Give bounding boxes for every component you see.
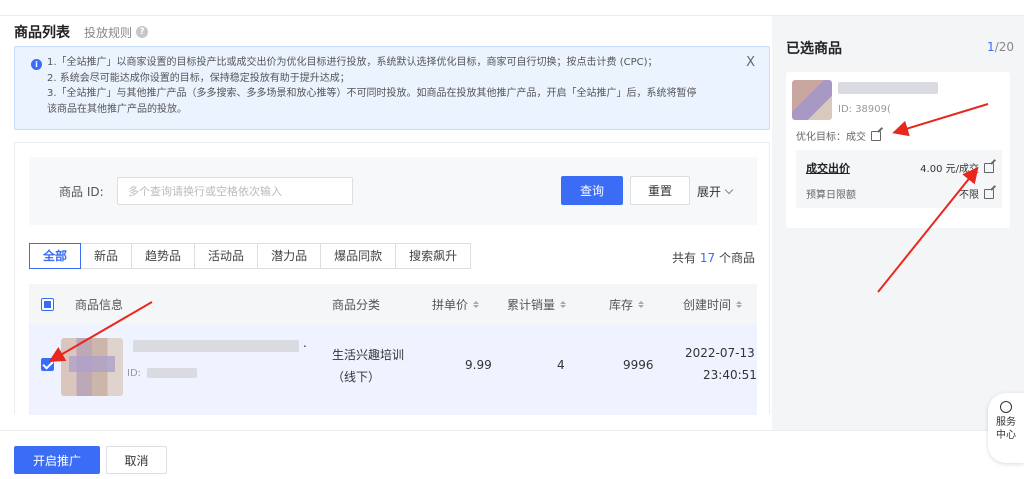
- info-icon: i: [31, 59, 42, 70]
- total-count: 共有 17 个商品: [672, 249, 755, 266]
- column-created-label: 创建时间: [683, 298, 732, 312]
- category-line-1: 生活兴趣培训: [332, 348, 405, 362]
- created-time: 23:40:51: [703, 368, 757, 382]
- filter-box: 商品 ID: 查询 重置 展开: [29, 157, 757, 225]
- category-tabs: 全部 新品 趋势品 活动品 潜力品 爆品同款 搜索飙升: [29, 243, 472, 269]
- table-header: 商品信息 商品分类 拼单价 累计销量 库存 创建时间: [29, 284, 757, 324]
- column-price[interactable]: 拼单价: [432, 296, 480, 313]
- close-icon[interactable]: X: [746, 55, 755, 70]
- service-line-2: 中心: [996, 430, 1016, 441]
- selected-title-blurred: [838, 82, 938, 94]
- panel-header: 商品列表 投放规则 ?: [14, 22, 149, 42]
- column-price-label: 拼单价: [432, 298, 469, 312]
- service-center-button[interactable]: 服务 中心: [988, 393, 1024, 463]
- total-suffix: 个商品: [718, 251, 755, 265]
- notice-line-1: 1.「全站推广」以商家设置的目标投产比或成交出价为优化目标进行投放，系统默认选择…: [47, 57, 658, 68]
- budget-value[interactable]: 不限: [959, 186, 994, 201]
- reset-button[interactable]: 重置: [630, 176, 690, 205]
- category-line-2: （线下）: [332, 370, 381, 384]
- expand-button[interactable]: 展开: [697, 183, 734, 200]
- edit-icon[interactable]: [871, 130, 881, 141]
- expand-label: 展开: [697, 185, 722, 199]
- opt-target[interactable]: 优化目标：成交: [796, 128, 881, 143]
- notice-banner: i 1.「全站推广」以商家设置的目标投产比或成交出价为优化目标进行投放，系统默认…: [14, 46, 770, 130]
- opt-target-label: 优化目标：成交: [796, 132, 866, 143]
- bid-box: 成交出价 4.00 元/成交 预算日限额 不限: [796, 150, 1002, 208]
- created-date: 2022-07-13: [685, 346, 755, 360]
- column-sales[interactable]: 累计销量: [507, 296, 567, 313]
- tab-all[interactable]: 全部: [29, 243, 82, 269]
- tab-search-rising[interactable]: 搜索飙升: [395, 243, 472, 269]
- notice-line-3: 3.「全站推广」与其他推广产品（多多搜索、多多场景和放心推等）不可同时投放。如商…: [47, 88, 697, 99]
- budget-label: 预算日限额: [806, 190, 856, 201]
- select-all-checkbox[interactable]: [41, 298, 54, 311]
- notice-line-4: 该商品在其他推广产品的投放。: [47, 103, 187, 115]
- bottom-action-bar: 开启推广 取消: [0, 430, 1024, 479]
- bid-value-text: 4.00 元/成交: [920, 164, 979, 175]
- selected-thumbnail: [792, 80, 832, 120]
- column-sales-label: 累计销量: [507, 298, 556, 312]
- top-bar: [0, 0, 1024, 16]
- column-created[interactable]: 创建时间: [683, 296, 743, 313]
- product-id-label: ID:: [127, 368, 142, 379]
- table-row[interactable]: . ID: 生活兴趣培训 （线下） 9.99 4 9996 2022-07-13…: [29, 324, 757, 415]
- sort-icon: [736, 301, 743, 308]
- page-title: 商品列表: [14, 25, 70, 41]
- stock-value: 9996: [623, 358, 654, 372]
- sales-value: 4: [557, 358, 565, 372]
- product-list-area: 商品 ID: 查询 重置 展开 全部 新品 趋势品 活动品 潜力品 爆品同款 搜…: [14, 142, 770, 415]
- column-stock[interactable]: 库存: [609, 296, 645, 313]
- selected-count-total: /20: [994, 40, 1014, 54]
- tab-new[interactable]: 新品: [80, 243, 133, 269]
- sort-icon: [638, 301, 645, 308]
- product-title-blurred: [133, 340, 299, 352]
- query-button[interactable]: 查询: [561, 176, 623, 205]
- sort-icon: [560, 301, 567, 308]
- total-number: 17: [699, 251, 716, 265]
- edit-icon[interactable]: [984, 162, 994, 173]
- bid-label: 成交出价: [806, 162, 850, 175]
- product-thumbnail: [61, 338, 123, 396]
- selected-item-card: ID: 38909( 优化目标：成交 成交出价 4.00 元/成交 预算日限额 …: [786, 72, 1010, 228]
- tab-hot-same[interactable]: 爆品同款: [320, 243, 397, 269]
- notice-line-2: 2. 系统会尽可能达成你设置的目标，保持稳定投放有助于提升达成；: [47, 72, 350, 84]
- edit-icon[interactable]: [984, 188, 994, 199]
- product-id-label: 商品 ID:: [59, 185, 104, 199]
- row-checkbox[interactable]: [41, 358, 54, 371]
- price-value: 9.99: [465, 358, 492, 372]
- column-category: 商品分类: [332, 298, 381, 312]
- start-promotion-button[interactable]: 开启推广: [14, 446, 100, 474]
- column-stock-label: 库存: [609, 298, 634, 312]
- selected-count-current: 1: [987, 40, 995, 54]
- selected-panel: 已选商品 1/20 ID: 38909( 优化目标：成交 成交出价 4.00 元…: [772, 16, 1024, 430]
- product-id-input[interactable]: [117, 177, 353, 205]
- service-line-1: 服务: [996, 417, 1016, 428]
- budget-value-text: 不限: [959, 190, 979, 201]
- selected-title: 已选商品: [786, 41, 842, 57]
- total-prefix: 共有: [672, 251, 697, 265]
- sort-icon: [473, 301, 480, 308]
- selected-count: 1/20: [987, 40, 1014, 54]
- column-info: 商品信息: [75, 298, 124, 312]
- tab-potential[interactable]: 潜力品: [257, 243, 322, 269]
- chevron-down-icon: [724, 185, 734, 194]
- help-icon[interactable]: ?: [136, 26, 149, 38]
- product-id-blurred: [147, 368, 197, 378]
- tab-promo[interactable]: 活动品: [194, 243, 259, 269]
- selected-item-id: ID: 38909(: [838, 104, 891, 115]
- smile-icon: [1000, 401, 1012, 413]
- tab-trending[interactable]: 趋势品: [131, 243, 196, 269]
- bid-value[interactable]: 4.00 元/成交: [920, 160, 994, 175]
- rule-link[interactable]: 投放规则: [84, 24, 132, 41]
- cancel-button[interactable]: 取消: [106, 446, 167, 474]
